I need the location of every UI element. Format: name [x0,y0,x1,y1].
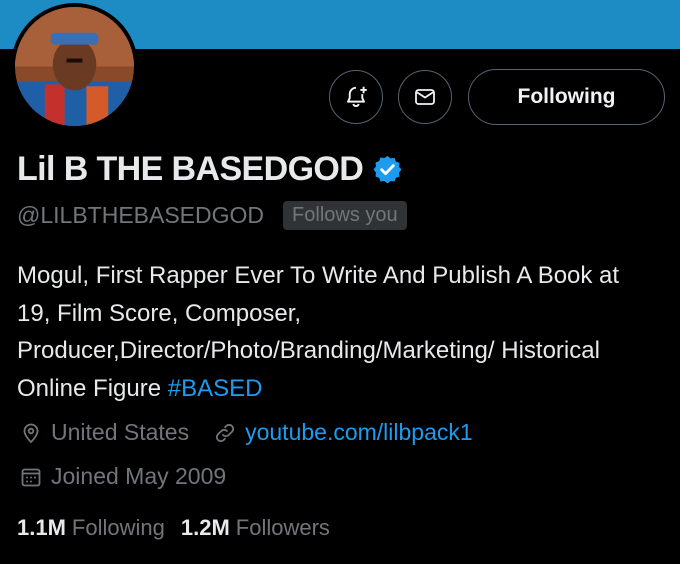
profile-name: Lil B THE BASEDGOD [17,150,364,188]
joined-item: Joined May 2009 [19,463,226,490]
message-button[interactable] [398,70,452,124]
notification-button[interactable] [329,70,383,124]
profile-stats: 1.1M Following 1.2M Followers [17,515,330,541]
followers-count: 1.2M [180,515,230,540]
bell-plus-icon [347,86,367,108]
location-item: United States [19,419,189,446]
following-button[interactable]: Following [468,69,665,125]
following-label: Following [71,515,165,540]
followers-label: Followers [235,515,330,540]
handle-row: @LILBTHEBASEDGOD Follows you [17,201,407,230]
profile-bio: Mogul, First Rapper Ever To Write And Pu… [17,257,657,407]
link-icon [216,423,235,442]
envelope-icon [415,89,435,105]
profile-name-row: Lil B THE BASEDGOD [17,150,403,189]
profile-handle: @LILBTHEBASEDGOD [17,202,265,228]
bio-hashtag-link[interactable]: #BASED [168,375,263,402]
website-link[interactable]: youtube.com/lilbpack1 [245,419,473,446]
profile-meta-row: United States youtube.com/lilbpack1 [19,419,473,446]
avatar-image [15,7,134,126]
verified-badge-icon[interactable] [372,154,403,185]
calendar-icon [21,468,41,486]
joined-row: Joined May 2009 [19,463,226,490]
following-count: 1.1M [17,515,66,540]
followers-stat-link[interactable]: 1.2M Followers [181,515,330,541]
location-pin-icon [23,423,39,443]
bio-text: Mogul, First Rapper Ever To Write And Pu… [17,262,620,402]
follows-you-badge: Follows you [283,201,407,230]
joined-text: Joined May 2009 [51,463,227,489]
location-text: United States [51,419,190,445]
avatar[interactable] [11,3,138,130]
website-item: youtube.com/lilbpack1 [213,419,473,446]
following-stat-link[interactable]: 1.1M Following [17,515,165,541]
